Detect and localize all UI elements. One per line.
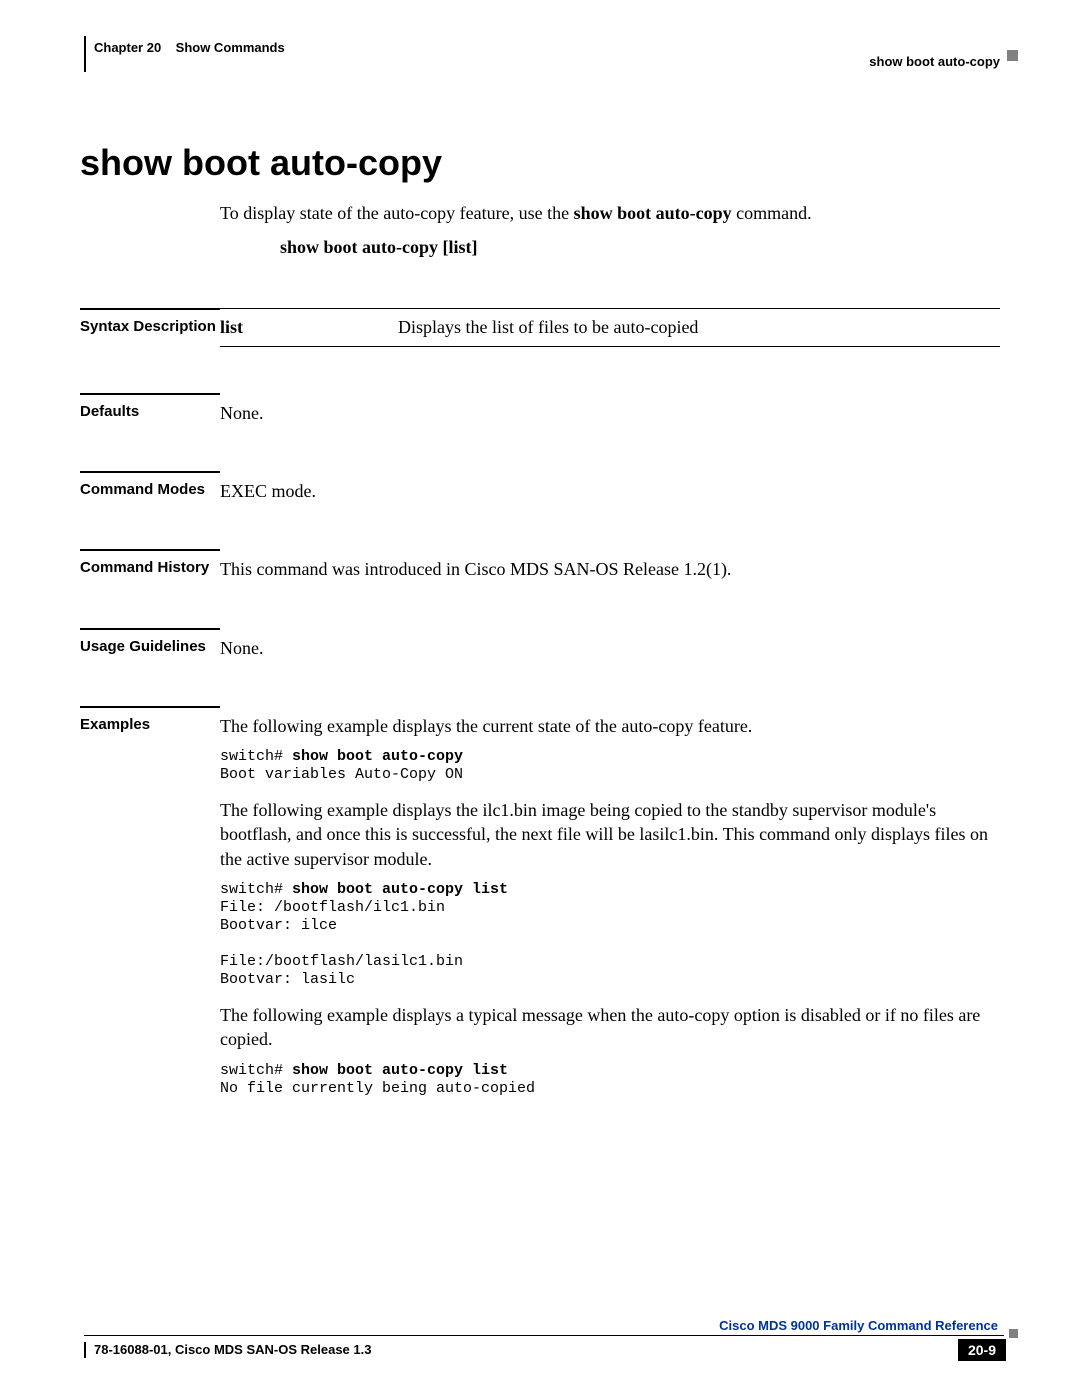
code-command: show boot auto-copy list — [292, 881, 508, 898]
header-right: show boot auto-copy — [869, 54, 1000, 69]
code-prompt: switch# — [220, 881, 292, 898]
syntax-desc: Displays the list of files to be auto-co… — [398, 309, 1000, 346]
section-label: Examples — [80, 706, 220, 733]
intro-paragraph: To display state of the auto-copy featur… — [220, 202, 1000, 225]
intro-pre: To display state of the auto-copy featur… — [220, 203, 574, 223]
footer-docid: 78-16088-01, Cisco MDS SAN-OS Release 1.… — [84, 1342, 371, 1358]
section-label: Command History — [80, 549, 220, 576]
page-footer: Cisco MDS 9000 Family Command Reference … — [80, 1318, 1000, 1361]
chapter-number: Chapter 20 — [94, 40, 161, 55]
header-left: Chapter 20 Show Commands — [94, 40, 285, 55]
code-output: Bootvar: lasilc — [220, 971, 355, 988]
section-label: Defaults — [80, 393, 220, 420]
section-body: None. — [220, 393, 1000, 425]
code-block: switch# show boot auto-copy list File: /… — [220, 881, 1000, 989]
example-para: The following example displays the curre… — [220, 714, 1000, 738]
section-defaults: Defaults None. — [80, 393, 1000, 425]
section-label: Usage Guidelines — [80, 628, 220, 655]
section-command-history: Command History This command was introdu… — [80, 549, 1000, 581]
code-prompt: switch# — [220, 1062, 292, 1079]
syntax-term: list — [220, 309, 398, 346]
code-block: switch# show boot auto-copy list No file… — [220, 1062, 1000, 1098]
intro-post: command. — [732, 203, 812, 223]
table-row: list Displays the list of files to be au… — [220, 309, 1000, 346]
section-usage-guidelines: Usage Guidelines None. — [80, 628, 1000, 660]
page-title: show boot auto-copy — [80, 142, 1000, 184]
example-para: The following example displays the ilc1.… — [220, 798, 1000, 871]
footer-title: Cisco MDS 9000 Family Command Reference — [80, 1318, 1000, 1335]
code-block: switch# show boot auto-copy Boot variabl… — [220, 748, 1000, 784]
page-header: Chapter 20 Show Commands show boot auto-… — [84, 36, 1000, 72]
section-body: EXEC mode. — [220, 471, 1000, 503]
intro-command: show boot auto-copy — [574, 203, 732, 223]
example-para: The following example displays a typical… — [220, 1003, 1000, 1052]
section-syntax-description: Syntax Description list Displays the lis… — [80, 308, 1000, 346]
section-body: None. — [220, 628, 1000, 660]
code-output: Bootvar: ilce — [220, 917, 337, 934]
section-label: Command Modes — [80, 471, 220, 498]
syntax-line: show boot auto-copy [list] — [280, 237, 1000, 258]
code-output: No file currently being auto-copied — [220, 1080, 535, 1097]
header-marker-icon — [1007, 50, 1018, 61]
section-body: The following example displays the curre… — [220, 706, 1000, 1112]
footer-rule — [84, 1335, 1004, 1336]
section-examples: Examples The following example displays … — [80, 706, 1000, 1112]
chapter-title: Show Commands — [176, 40, 285, 55]
code-prompt: switch# — [220, 748, 292, 765]
code-output: Boot variables Auto-Copy ON — [220, 766, 463, 783]
code-command: show boot auto-copy — [292, 748, 463, 765]
page: Chapter 20 Show Commands show boot auto-… — [0, 0, 1080, 1397]
code-output: File:/bootflash/lasilc1.bin — [220, 953, 463, 970]
footer-page-number: 20-9 — [958, 1339, 1006, 1361]
footer-marker-icon — [1009, 1329, 1018, 1338]
syntax-table: list Displays the list of files to be au… — [220, 308, 1000, 346]
section-body: This command was introduced in Cisco MDS… — [220, 549, 1000, 581]
footer-bottom: 78-16088-01, Cisco MDS SAN-OS Release 1.… — [80, 1339, 1000, 1361]
section-label: Syntax Description — [80, 308, 220, 335]
code-command: show boot auto-copy list — [292, 1062, 508, 1079]
code-output: File: /bootflash/ilc1.bin — [220, 899, 445, 916]
section-command-modes: Command Modes EXEC mode. — [80, 471, 1000, 503]
